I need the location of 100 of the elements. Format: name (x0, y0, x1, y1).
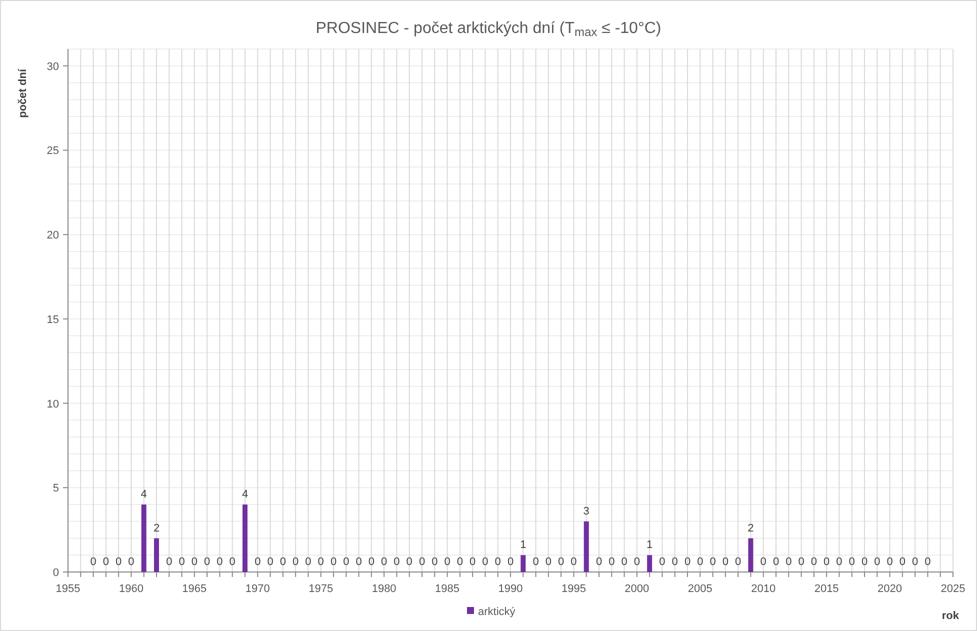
data-label: 3 (583, 505, 590, 518)
data-label: 0 (772, 556, 780, 568)
data-label: 0 (672, 556, 678, 568)
data-label: 2 (153, 522, 160, 534)
data-label: 0 (899, 556, 906, 568)
y-tick-label: 5 (52, 482, 59, 495)
x-tick-label: 1995 (561, 583, 586, 595)
data-label: 0 (292, 556, 299, 568)
data-label: 0 (824, 556, 830, 568)
data-label: 0 (621, 556, 628, 568)
data-label: 0 (330, 556, 337, 568)
x-tick-label: 1975 (308, 583, 334, 595)
data-label: 0 (608, 556, 615, 568)
data-label: 0 (470, 556, 476, 568)
y-tick-label: 15 (46, 314, 59, 326)
bar (647, 555, 652, 572)
data-label: 0 (191, 556, 198, 568)
data-label: 0 (532, 556, 539, 568)
y-tick-label: 30 (46, 60, 59, 73)
x-tick-label: 1955 (56, 583, 80, 595)
data-label: 0 (368, 556, 374, 568)
data-label: 0 (558, 556, 564, 568)
y-axis-label: počet dní (17, 69, 29, 118)
x-tick-label: 2010 (751, 583, 776, 595)
x-tick-label: 2020 (878, 583, 902, 595)
data-label: 0 (596, 556, 602, 568)
data-label: 0 (444, 556, 450, 568)
data-label: 1 (646, 539, 653, 552)
data-label: 0 (267, 556, 274, 568)
data-label: 0 (760, 556, 766, 568)
data-label: 0 (634, 556, 640, 568)
data-label: 0 (116, 556, 122, 568)
x-tick-label: 1960 (118, 583, 144, 595)
data-label: 0 (924, 556, 931, 568)
x-tick-label: 1980 (372, 583, 396, 595)
data-label: 0 (178, 556, 185, 568)
data-label: 0 (406, 556, 412, 568)
data-label: 0 (381, 556, 388, 568)
x-tick-label: 2005 (688, 583, 712, 595)
data-label: 0 (912, 556, 918, 568)
data-label: 0 (166, 556, 172, 568)
data-label: 0 (494, 556, 501, 568)
x-tick-label: 1990 (498, 583, 523, 595)
data-label: 0 (697, 556, 704, 568)
y-tick-label: 10 (46, 398, 59, 410)
data-label: 0 (280, 556, 286, 568)
x-tick-label: 2015 (814, 583, 839, 595)
data-label: 0 (848, 556, 855, 568)
bar (242, 504, 248, 572)
data-label: 0 (254, 556, 261, 568)
data-label: 0 (456, 556, 463, 568)
data-label: 0 (722, 556, 728, 568)
data-label: 0 (886, 556, 893, 568)
data-label: 0 (545, 556, 552, 568)
data-label: 0 (836, 556, 842, 568)
data-label: 0 (432, 556, 438, 568)
data-label: 0 (343, 556, 350, 568)
data-label: 0 (710, 556, 716, 568)
y-tick-label: 25 (46, 145, 59, 158)
data-label: 0 (810, 556, 817, 568)
data-label: 0 (798, 556, 804, 568)
data-label: 0 (90, 556, 96, 568)
data-label: 0 (102, 556, 109, 568)
x-tick-label: 2025 (940, 583, 966, 595)
bar (584, 521, 589, 572)
data-label: 0 (874, 556, 880, 568)
data-label: 0 (659, 556, 666, 568)
data-label: 0 (786, 556, 792, 568)
x-tick-label: 1985 (435, 583, 460, 595)
data-label: 0 (861, 556, 868, 568)
x-axis-label: rok (942, 610, 959, 622)
x-tick-label: 2000 (624, 583, 650, 595)
data-label: 0 (356, 556, 362, 568)
data-label: 0 (684, 556, 691, 568)
data-label: 0 (507, 556, 514, 568)
bar (520, 555, 526, 572)
y-tick-label: 0 (52, 567, 59, 579)
data-label: 4 (140, 488, 147, 501)
y-tick-label: 20 (46, 230, 59, 242)
x-tick-label: 1965 (182, 583, 207, 595)
data-label: 0 (735, 556, 742, 568)
data-label: 0 (318, 556, 324, 568)
data-label: 0 (394, 556, 400, 568)
bar (141, 504, 146, 572)
bar (748, 538, 754, 572)
chart-title: PROSINEC - počet arktických dní (T$_{max}$ ≤ -10°C) (316, 19, 662, 41)
bar (154, 538, 159, 572)
legend-label: arktický (478, 606, 516, 618)
data-label: 0 (570, 556, 577, 568)
data-label: 0 (229, 556, 236, 568)
data-label: 1 (520, 539, 526, 552)
data-label: 2 (748, 522, 754, 534)
data-label: 4 (242, 488, 248, 501)
x-tick-label: 1970 (245, 583, 270, 595)
data-label: 0 (418, 556, 426, 568)
data-label: 0 (482, 556, 488, 568)
data-label: 0 (305, 556, 312, 568)
data-label: 0 (204, 556, 210, 568)
data-label: 0 (216, 556, 223, 568)
data-label: 0 (128, 556, 134, 568)
